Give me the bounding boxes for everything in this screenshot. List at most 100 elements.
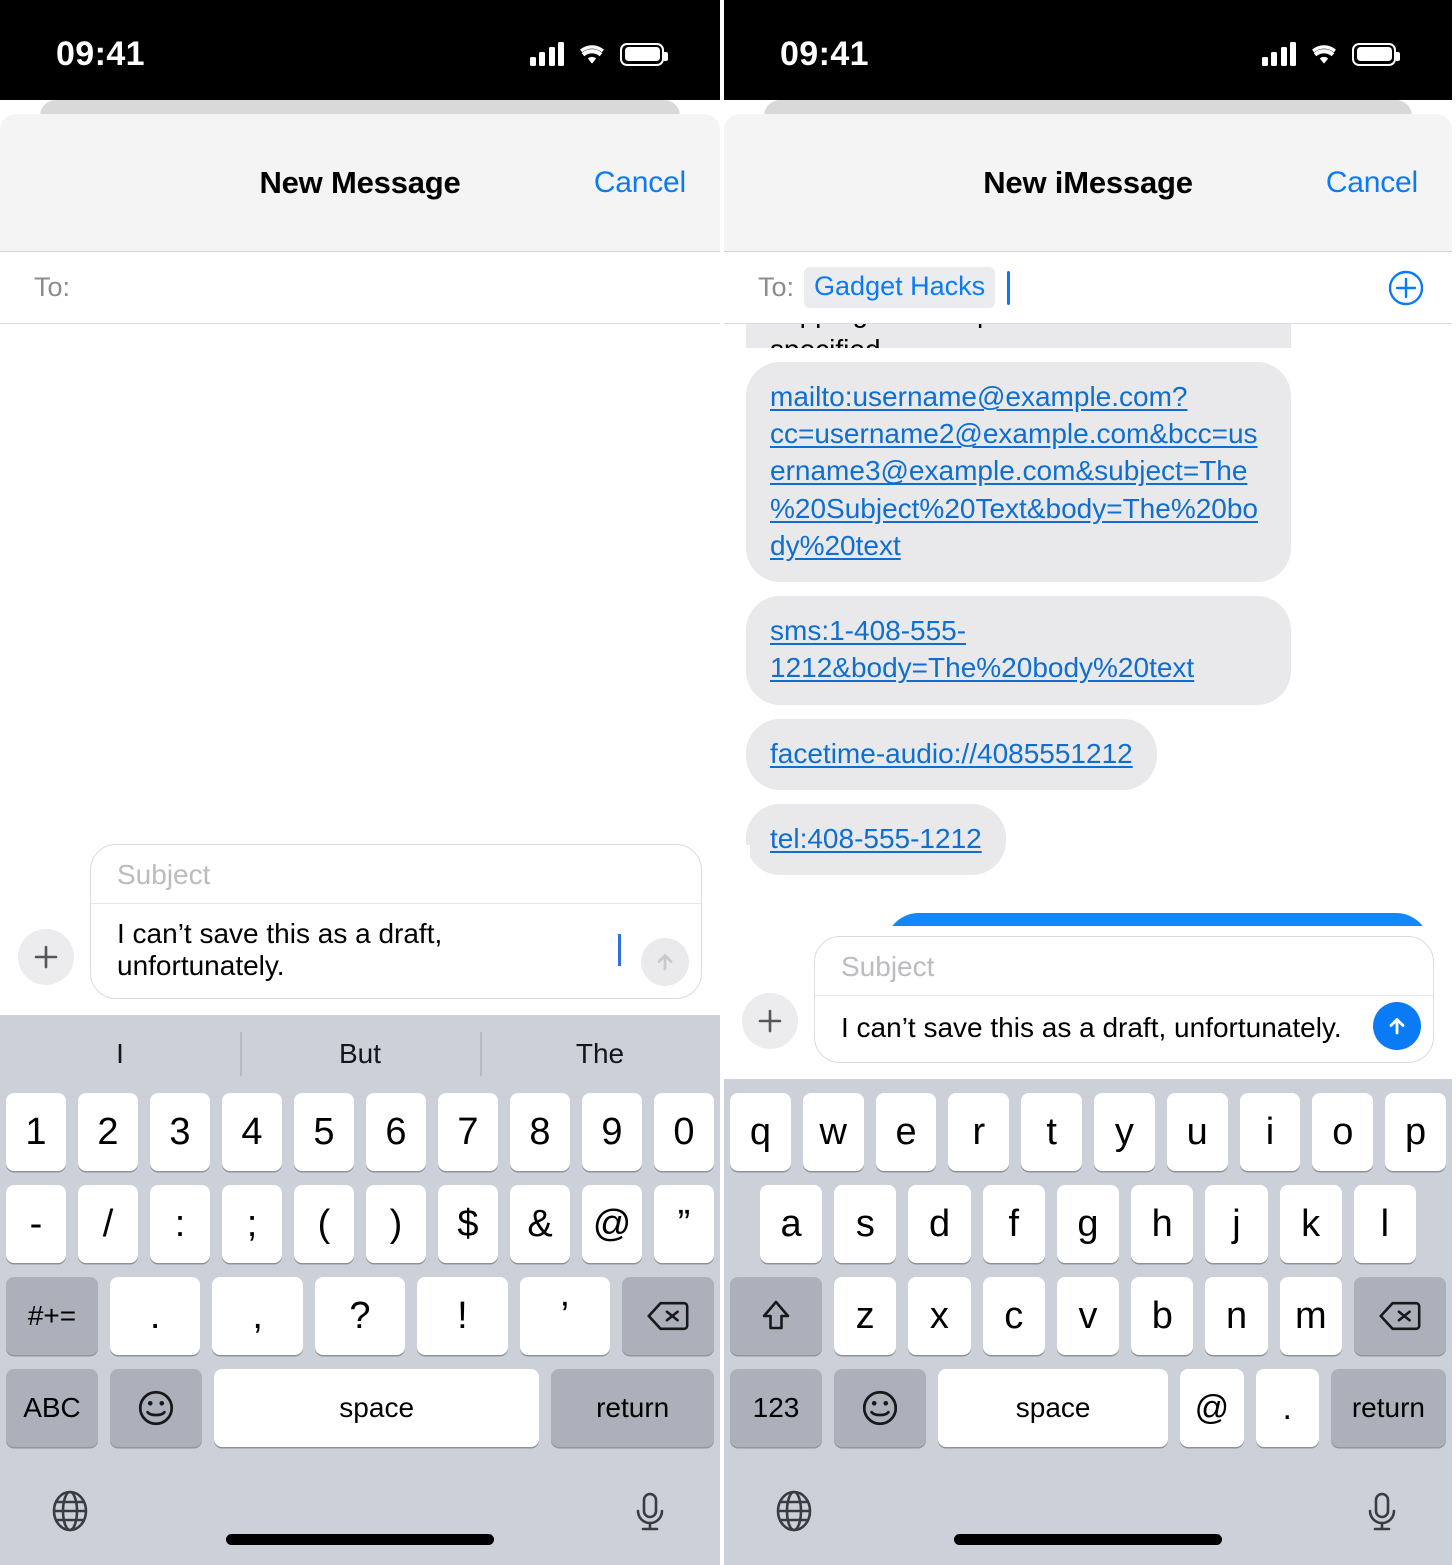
key-comma[interactable]: ,: [212, 1277, 303, 1355]
key-5[interactable]: 5: [294, 1093, 354, 1171]
cancel-button[interactable]: Cancel: [1326, 166, 1418, 200]
key-question[interactable]: ?: [314, 1277, 406, 1355]
key-d[interactable]: d: [908, 1185, 971, 1263]
key-x[interactable]: x: [908, 1277, 971, 1355]
key-y[interactable]: y: [1094, 1093, 1155, 1171]
send-button[interactable]: [641, 938, 689, 986]
key-return[interactable]: return: [551, 1369, 714, 1447]
key-h[interactable]: h: [1131, 1185, 1194, 1263]
message-body-input[interactable]: I can’t save this as a draft, unfortunat…: [91, 904, 701, 998]
microphone-icon[interactable]: [626, 1487, 674, 1535]
key-exclamation[interactable]: !: [417, 1277, 508, 1355]
message-link[interactable]: sms:1-408-555-1212&body=The%20body%20tex…: [770, 615, 1194, 683]
key-2[interactable]: 2: [78, 1093, 138, 1171]
message-bubble-incoming[interactable]: sms:1-408-555-1212&body=The%20body%20tex…: [746, 596, 1291, 705]
microphone-icon[interactable]: [1358, 1487, 1406, 1535]
key-3[interactable]: 3: [150, 1093, 210, 1171]
delete-icon[interactable]: [1354, 1277, 1446, 1355]
key-s[interactable]: s: [834, 1185, 897, 1263]
key-apostrophe[interactable]: ’: [519, 1277, 611, 1355]
key-a[interactable]: a: [760, 1185, 823, 1263]
message-body-input[interactable]: I can’t save this as a draft, unfortunat…: [815, 996, 1433, 1062]
key-at[interactable]: @: [582, 1185, 642, 1263]
message-bubble-incoming[interactable]: facetime-audio://4085551212: [746, 718, 1157, 790]
message-row: tel:408-555-1212: [734, 803, 1430, 876]
emoji-icon[interactable]: [110, 1369, 202, 1447]
key-q[interactable]: q: [730, 1093, 791, 1171]
key-ampersand[interactable]: &: [510, 1185, 570, 1263]
message-bubble-incoming[interactable]: tel:408-555-1212: [734, 803, 1006, 876]
key-period[interactable]: .: [1255, 1369, 1319, 1447]
key-paren-close[interactable]: ): [366, 1185, 426, 1263]
key-u[interactable]: u: [1166, 1093, 1228, 1171]
key-w[interactable]: w: [802, 1093, 864, 1171]
key-123-toggle[interactable]: 123: [730, 1369, 822, 1447]
key-dollar[interactable]: $: [438, 1185, 498, 1263]
message-input-wrapper[interactable]: Subject I can’t save this as a draft, un…: [90, 844, 702, 999]
key-o[interactable]: o: [1312, 1093, 1374, 1171]
key-semicolon[interactable]: ;: [222, 1185, 282, 1263]
key-f[interactable]: f: [982, 1185, 1045, 1263]
key-6[interactable]: 6: [366, 1093, 426, 1171]
globe-icon[interactable]: [46, 1487, 94, 1535]
recipients-field[interactable]: To: Gadget Hacks: [724, 252, 1452, 324]
subject-input[interactable]: Subject: [91, 845, 701, 904]
key-i[interactable]: i: [1239, 1093, 1301, 1171]
message-bubble-outgoing[interactable]: I’m going to hide my typing bubbles from…: [885, 913, 1430, 926]
key-t[interactable]: t: [1021, 1093, 1082, 1171]
prediction-candidate[interactable]: I: [0, 1038, 240, 1070]
key-4[interactable]: 4: [222, 1093, 282, 1171]
prediction-candidate[interactable]: The: [480, 1038, 720, 1070]
key-at[interactable]: @: [1180, 1369, 1244, 1447]
prediction-candidate[interactable]: But: [240, 1038, 480, 1070]
key-p[interactable]: p: [1385, 1093, 1446, 1171]
shift-icon[interactable]: [730, 1277, 822, 1355]
key-b[interactable]: b: [1131, 1277, 1194, 1355]
key-9[interactable]: 9: [582, 1093, 642, 1171]
key-8[interactable]: 8: [510, 1093, 570, 1171]
key-k[interactable]: k: [1279, 1185, 1342, 1263]
conversation-thread[interactable]: Tapping one will perform the action spec…: [724, 324, 1452, 926]
subject-input[interactable]: Subject: [815, 937, 1433, 996]
send-button[interactable]: [1373, 1002, 1421, 1050]
message-link[interactable]: tel:408-555-1212: [770, 823, 982, 854]
key-r[interactable]: r: [948, 1093, 1010, 1171]
key-m[interactable]: m: [1279, 1277, 1342, 1355]
delete-icon[interactable]: [622, 1277, 715, 1355]
key-g[interactable]: g: [1056, 1185, 1120, 1263]
message-link[interactable]: facetime-audio://4085551212: [770, 738, 1133, 769]
key-abc-toggle[interactable]: ABC: [6, 1369, 98, 1447]
key-j[interactable]: j: [1205, 1185, 1268, 1263]
key-period[interactable]: .: [109, 1277, 201, 1355]
message-input-wrapper[interactable]: Subject I can’t save this as a draft, un…: [814, 936, 1434, 1063]
key-paren-open[interactable]: (: [294, 1185, 354, 1263]
key-space[interactable]: space: [938, 1369, 1169, 1447]
key-n[interactable]: n: [1205, 1277, 1268, 1355]
emoji-icon[interactable]: [834, 1369, 926, 1447]
cancel-button[interactable]: Cancel: [594, 166, 686, 200]
key-7[interactable]: 7: [438, 1093, 498, 1171]
key-return[interactable]: return: [1330, 1369, 1446, 1447]
globe-icon[interactable]: [770, 1487, 818, 1535]
key-quote[interactable]: ”: [654, 1185, 714, 1263]
key-colon[interactable]: :: [150, 1185, 210, 1263]
key-hyphen[interactable]: -: [6, 1185, 66, 1263]
key-v[interactable]: v: [1056, 1277, 1120, 1355]
attachments-plus-button[interactable]: [742, 993, 798, 1049]
key-l[interactable]: l: [1353, 1185, 1416, 1263]
recipient-chip[interactable]: Gadget Hacks: [804, 267, 996, 308]
recipients-field[interactable]: To:: [0, 252, 720, 324]
key-z[interactable]: z: [834, 1277, 897, 1355]
attachments-plus-button[interactable]: [18, 929, 74, 985]
key-space[interactable]: space: [214, 1369, 540, 1447]
add-contact-plus-icon[interactable]: [1388, 270, 1424, 306]
key-0[interactable]: 0: [654, 1093, 714, 1171]
key-1[interactable]: 1: [6, 1093, 66, 1171]
key-e[interactable]: e: [875, 1093, 937, 1171]
key-symbols-toggle[interactable]: #+=: [5, 1277, 98, 1355]
key-slash[interactable]: /: [78, 1185, 138, 1263]
message-link[interactable]: mailto:username@example.com?cc=username2…: [770, 381, 1258, 561]
key-c[interactable]: c: [982, 1277, 1045, 1355]
message-bubble-incoming[interactable]: mailto:username@example.com?cc=username2…: [746, 362, 1291, 583]
message-bubble-incoming[interactable]: Tapping one will perform the action spec…: [746, 324, 1291, 348]
